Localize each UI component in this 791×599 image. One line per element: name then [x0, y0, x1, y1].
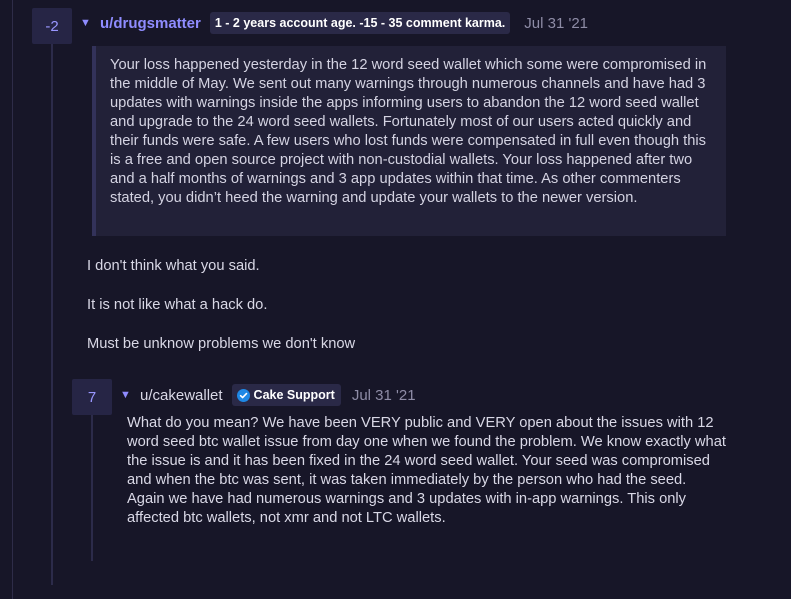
comment-paragraph: I don't think what you said. — [87, 258, 260, 274]
comment-thread: -2 ▼ u/drugsmatter 1 - 2 years account a… — [0, 0, 791, 599]
parent-thread-line[interactable] — [12, 0, 13, 599]
user-flair-badge: Cake Support — [231, 384, 341, 406]
comment-paragraph: Must be unknow problems we don't know — [87, 336, 356, 352]
caret-down-icon[interactable]: ▼ — [120, 389, 140, 401]
comment-header: ▼ u/drugsmatter 1 - 2 years account age.… — [80, 10, 588, 36]
username-link[interactable]: u/cakewallet — [140, 387, 223, 404]
username-link[interactable]: u/drugsmatter — [100, 15, 201, 32]
flair-label: Cake Support — [253, 388, 335, 402]
comment-timestamp[interactable]: Jul 31 '21 — [524, 15, 588, 32]
quote-text: Your loss happened yesterday in the 12 w… — [110, 57, 707, 206]
reply-score: 7 — [72, 379, 112, 415]
caret-down-icon[interactable]: ▼ — [80, 17, 100, 29]
verified-check-icon — [236, 388, 250, 402]
comment-timestamp[interactable]: Jul 31 '21 — [352, 387, 416, 404]
score-value: 7 — [87, 388, 97, 406]
comment-paragraph: It is not like what a hack do. — [87, 297, 268, 313]
user-flair-badge: 1 - 2 years account age. -15 - 35 commen… — [209, 12, 511, 34]
reply-header: ▼ u/cakewallet Cake Support Jul 31 '21 — [120, 382, 416, 408]
score-value: -2 — [45, 17, 59, 35]
comment-score: -2 — [32, 8, 72, 44]
comment-thread-line[interactable] — [51, 44, 53, 585]
reply-body: What do you mean? We have been VERY publ… — [127, 415, 726, 526]
blockquote: Your loss happened yesterday in the 12 w… — [92, 46, 726, 236]
reply-thread-line[interactable] — [91, 415, 93, 561]
